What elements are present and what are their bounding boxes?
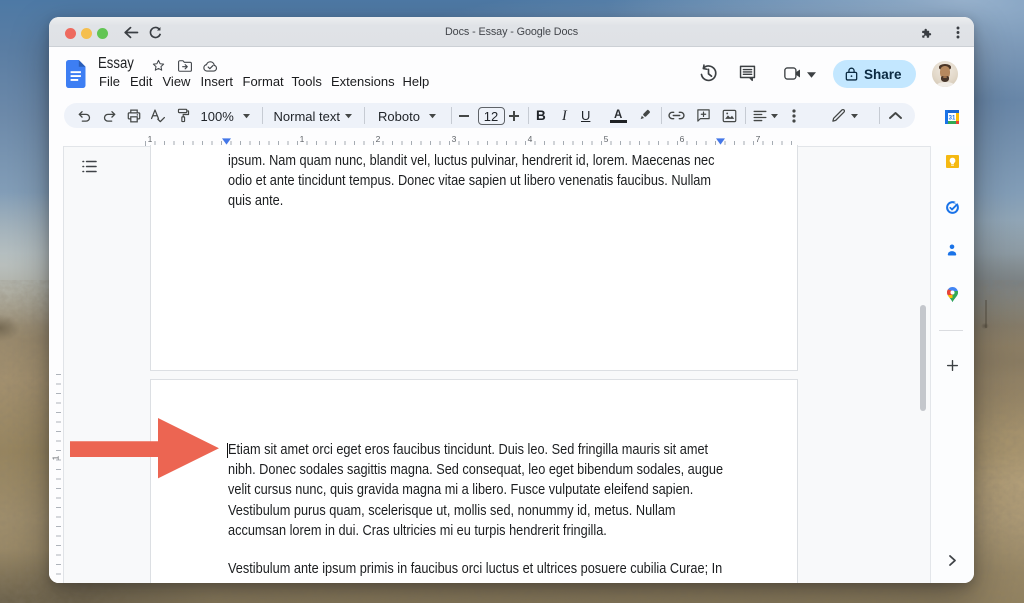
- svg-text:31: 31: [949, 115, 956, 121]
